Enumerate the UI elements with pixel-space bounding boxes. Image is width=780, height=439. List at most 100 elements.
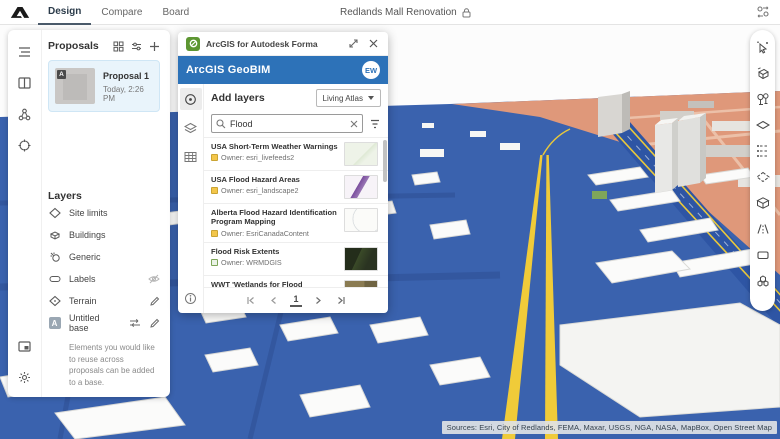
close-icon[interactable] [366,37,380,51]
swap-icon[interactable] [129,318,141,328]
result-thumbnail [344,280,378,287]
edit-pencil-icon[interactable] [149,318,160,329]
first-page-icon[interactable] [244,294,256,308]
clear-x-icon[interactable] [350,120,358,128]
result-title: USA Short-Term Weather Warnings [211,142,339,151]
arcgis-logo [186,37,200,51]
road-icon[interactable] [754,220,771,237]
proposal-card[interactable]: A Proposal 1 Today, 2:26 PM [48,60,160,112]
tab-board[interactable]: Board [152,0,199,25]
layers-title: Layers [48,190,160,202]
expand-icon[interactable] [346,37,360,51]
cluster-icon[interactable] [754,272,771,289]
layer-badge-icon [211,259,218,266]
geobim-title: ArcGIS GeoBIM [186,64,362,76]
visibility-off-icon[interactable] [148,274,160,284]
result-owner: Owner: EsriCanadaContent [221,229,309,238]
minimap-icon[interactable] [15,336,35,356]
lock-icon[interactable] [462,8,471,18]
result-item-2[interactable]: USA Flood Hazard Areas Owner: esri_lands… [204,171,388,204]
result-item-1[interactable]: USA Short-Term Weather Warnings Owner: e… [204,138,388,171]
authoritative-badge-icon [211,230,218,237]
source-dropdown[interactable]: Living Atlas [316,89,381,107]
user-avatar[interactable]: EW [362,61,380,79]
layer-label: Labels [69,274,140,284]
layer-labels[interactable]: Labels [48,268,160,290]
proposals-list-icon[interactable] [15,42,35,62]
grid-view-icon[interactable] [113,41,124,52]
sort-filter-icon[interactable] [369,118,381,130]
project-title: Redlands Mall Renovation [340,0,471,25]
layer-buildings[interactable]: Buildings [48,224,160,246]
layer-label: Site limits [69,208,160,218]
labels-icon [48,273,61,286]
result-thumbnail [344,142,378,166]
proposal-timestamp: Today, 2:26 PM [103,85,153,103]
collaboration-icon[interactable] [756,5,770,19]
settings-gear-icon[interactable] [15,367,35,387]
search-input[interactable] [230,119,350,129]
top-bar: Design Compare Board Redlands Mall Renov… [0,0,780,25]
layer-site-limits[interactable]: Site limits [48,202,160,224]
left-panel-content: Proposals A Proposal 1 Today, 2:26 PM La… [42,30,170,397]
result-item-5[interactable]: WWT 'Wetlands for Flood Resilience' [204,276,388,287]
base-hint-text: Elements you would like to reuse across … [48,342,160,388]
search-box [211,114,363,133]
layer-untitled-base[interactable]: A Untitled base [48,312,160,334]
vegetation-icon[interactable] [754,90,771,107]
layer-terrain[interactable]: Terrain [48,290,160,312]
edit-pencil-icon[interactable] [149,296,160,307]
search-icon [216,119,226,129]
surface-icon[interactable] [754,116,771,133]
info-icon[interactable] [180,287,202,309]
prev-page-icon[interactable] [267,294,279,308]
volume-icon[interactable] [754,194,771,211]
integrations-icon[interactable] [15,104,35,124]
building-tool-icon[interactable] [754,64,771,81]
results-scrollbar[interactable] [383,140,387,283]
proposal-name: Proposal 1 [103,71,153,81]
magic-select-icon[interactable] [754,38,771,55]
result-item-4[interactable]: Flood Risk Extents Owner: WRMDGIS [204,243,388,276]
result-title: Flood Risk Extents [211,247,339,256]
proposals-title: Proposals [48,40,113,52]
result-thumbnail [344,175,378,199]
guideline-icon[interactable] [754,142,771,159]
result-item-3[interactable]: Alberta Flood Hazard Identification Prog… [204,204,388,243]
terrain-icon [48,295,61,308]
tab-design[interactable]: Design [38,0,91,25]
proposal-thumbnail: A [55,68,95,104]
layer-label: Buildings [69,230,160,240]
add-layers-target-icon[interactable] [180,88,202,110]
library-icon[interactable] [15,73,35,93]
arcgis-modal: ArcGIS for Autodesk Forma ArcGIS GeoBIM … [178,32,388,313]
result-title: Alberta Flood Hazard Identification Prog… [211,208,339,227]
page-number-current[interactable]: 1 [290,294,301,307]
geobim-header: ArcGIS GeoBIM EW [178,56,388,84]
layers-stack-icon[interactable] [180,117,202,139]
last-page-icon[interactable] [336,294,348,308]
locate-icon[interactable] [15,135,35,155]
layer-label: Untitled base [69,313,121,333]
modal-window-title: ArcGIS for Autodesk Forma [206,39,340,49]
result-title: WWT 'Wetlands for Flood Resilience' [211,280,339,287]
add-layers-title: Add layers [211,92,316,104]
zone-icon[interactable] [754,168,771,185]
label-tag-icon[interactable] [754,246,771,263]
filter-sliders-icon[interactable] [131,41,142,52]
plus-icon[interactable] [149,41,160,52]
buildings-icon [48,229,61,242]
modal-titlebar[interactable]: ArcGIS for Autodesk Forma [178,32,388,56]
table-icon[interactable] [180,146,202,168]
result-owner: Owner: esri_livefeeds2 [221,153,294,162]
site-limits-icon [48,207,61,220]
next-page-icon[interactable] [313,294,325,308]
layer-generic[interactable]: Generic [48,246,160,268]
autodesk-logo[interactable] [10,5,30,19]
source-dropdown-value: Living Atlas [323,94,363,103]
chevron-down-icon [368,96,374,100]
tab-compare[interactable]: Compare [91,0,152,25]
result-owner: Owner: esri_landscape2 [221,186,299,195]
modal-rail [178,84,204,313]
result-title: USA Flood Hazard Areas [211,175,339,184]
